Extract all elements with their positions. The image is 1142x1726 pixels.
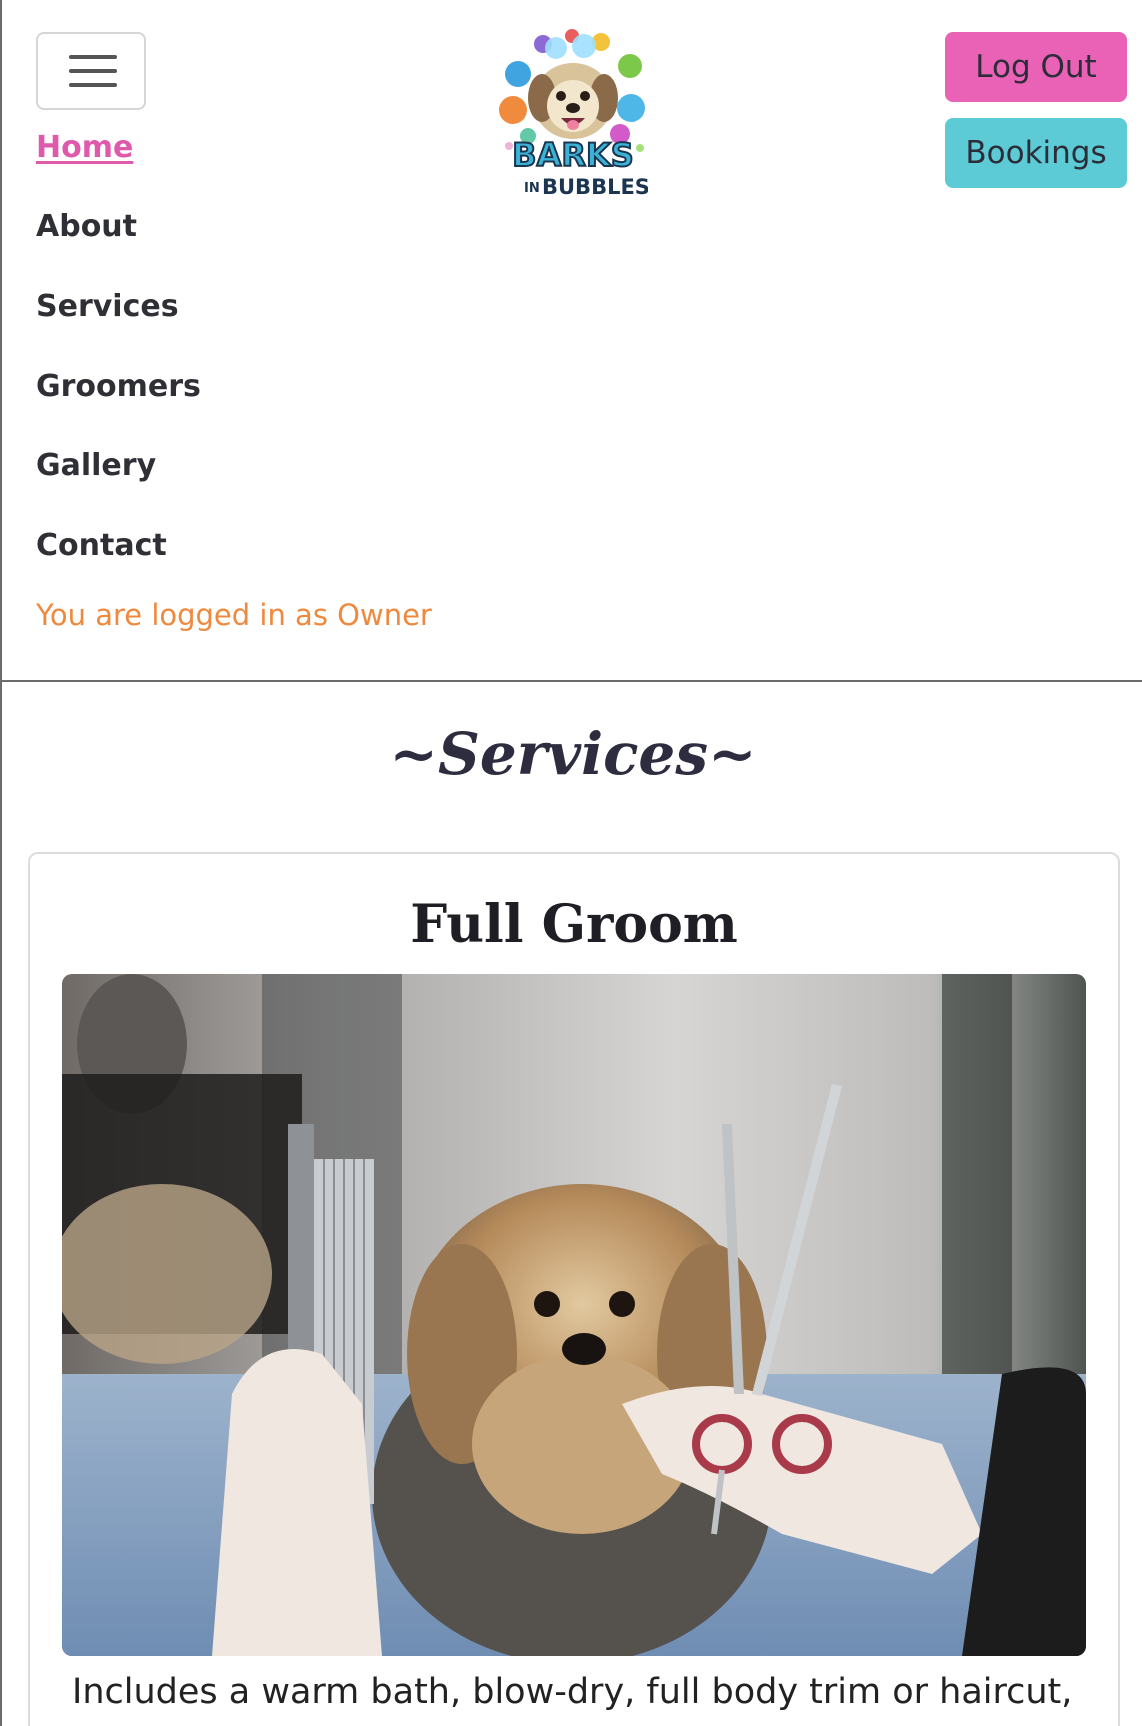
site-logo[interactable]: BARKS IN BUBBLES [498,26,650,204]
logo-text-bubbles: BUBBLES [542,175,648,199]
page: BARKS IN BUBBLES Log Out Bookings Home A… [0,0,1142,1726]
nav-link-home[interactable]: Home [36,130,133,165]
dog-grooming-photo [62,974,1086,1656]
logo-text-barks: BARKS [512,136,634,174]
service-card-description: Includes a warm bath, blow-dry, full bod… [72,1672,1073,1712]
nav-link-groomers[interactable]: Groomers [36,369,201,404]
page-title: ~Services~ [389,720,757,788]
service-card-title: Full Groom [410,894,738,955]
logged-in-status: You are logged in as Owner [36,598,432,632]
nav-link-about[interactable]: About [36,209,137,244]
logout-button[interactable]: Log Out [945,32,1127,102]
service-image [62,974,1086,1656]
nav-link-contact[interactable]: Contact [36,528,167,563]
header-divider [2,680,1142,682]
nav-link-gallery[interactable]: Gallery [36,448,156,483]
logo-image: BARKS IN BUBBLES [499,29,650,199]
logo-text-in: IN [524,181,540,196]
menu-toggle-button[interactable] [36,32,146,110]
nav-link-services[interactable]: Services [36,289,179,324]
bookings-button[interactable]: Bookings [945,118,1127,188]
service-card: Full Groom Includes a warm bath, blow-dr… [28,852,1120,1726]
